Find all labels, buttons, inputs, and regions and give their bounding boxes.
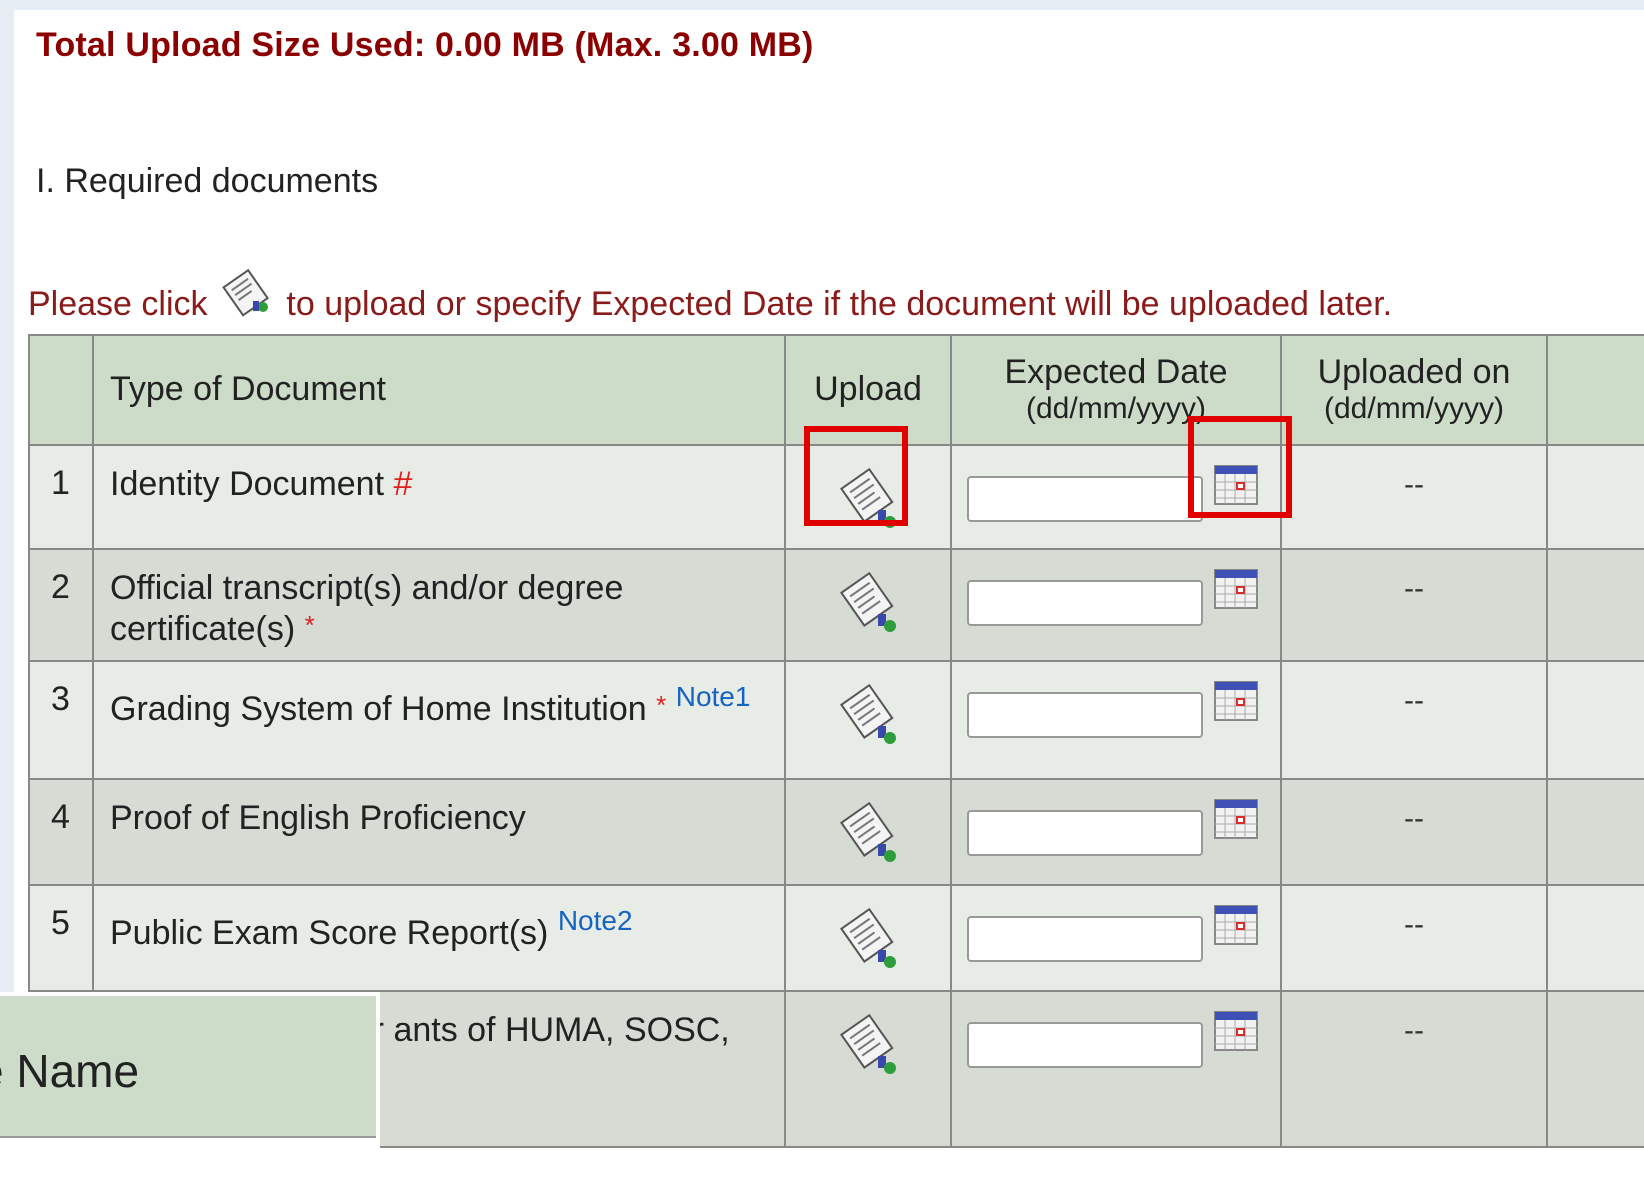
row-number: 4 <box>28 778 94 886</box>
upload-document-icon <box>217 265 277 321</box>
uploaded-on-value: -- <box>1404 572 1424 605</box>
uploaded-on-cell: -- <box>1280 990 1548 1148</box>
calendar-icon[interactable] <box>1213 904 1259 946</box>
expected-date-input[interactable] <box>967 916 1203 962</box>
expected-date-group <box>953 464 1279 522</box>
expected-date-group <box>953 798 1279 856</box>
upload-instruction: Please click to upload or specify Expect… <box>28 265 1392 324</box>
expected-date-group <box>953 1010 1279 1068</box>
extra-cell <box>1546 660 1644 780</box>
upload-document-icon[interactable] <box>832 1010 904 1080</box>
upload-document-icon[interactable] <box>832 680 904 750</box>
expected-date-group <box>953 904 1279 962</box>
upload-cell <box>784 444 952 550</box>
uploaded-on-cell: -- <box>1280 548 1548 662</box>
row-number: 5 <box>28 884 94 992</box>
expected-date-group <box>953 680 1279 738</box>
extra-cell <box>1546 548 1644 662</box>
upload-cell <box>784 660 952 780</box>
required-mark: * <box>656 690 667 720</box>
document-type: Official transcript(s) and/or degree cer… <box>92 548 786 662</box>
upload-cell <box>784 990 952 1148</box>
header-extra <box>1546 334 1644 446</box>
uploaded-on-cell: -- <box>1280 778 1548 886</box>
document-type: Identity Document # <box>92 444 786 550</box>
header-upload: Upload <box>784 334 952 446</box>
table-row: 2 Official transcript(s) and/or degree ce… <box>28 548 1644 662</box>
header-type: Type of Document <box>92 334 786 446</box>
expected-date-input[interactable] <box>967 810 1203 856</box>
expected-date-group <box>953 568 1279 626</box>
uploaded-on-value: -- <box>1404 908 1424 941</box>
total-upload-size: Total Upload Size Used: 0.00 MB (Max. 3.… <box>36 26 814 64</box>
expected-date-cell <box>950 990 1282 1148</box>
header-expected-date: Expected Date (dd/mm/yyyy) <box>950 334 1282 446</box>
header-expected-label: Expected Date <box>1004 353 1228 392</box>
row-number: 3 <box>28 660 94 780</box>
expected-date-cell <box>950 884 1282 992</box>
table-row: 4 Proof of English Proficiency -- <box>28 778 1644 886</box>
expected-date-cell <box>950 778 1282 886</box>
document-type: Grading System of Home Institution * Not… <box>92 660 786 780</box>
section-title: I. Required documents <box>36 162 379 200</box>
table-row: 5 Public Exam Score Report(s) Note2 -- <box>28 884 1644 992</box>
header-uploaded-format: (dd/mm/yyyy) <box>1324 392 1504 426</box>
header-num <box>28 334 94 446</box>
document-type: Public Exam Score Report(s) Note2 <box>92 884 786 992</box>
uploaded-on-cell: -- <box>1280 444 1548 550</box>
upload-document-icon[interactable] <box>832 464 904 534</box>
uploaded-on-cell: -- <box>1280 660 1548 780</box>
uploaded-on-value: -- <box>1404 468 1424 501</box>
extra-cell <box>1546 990 1644 1148</box>
instruction-after: to upload or specify Expected Date if th… <box>286 285 1393 323</box>
table-row: 3 Grading System of Home Institution * No… <box>28 660 1644 780</box>
document-type-label: Public Exam Score Report(s) <box>110 914 549 952</box>
document-type: Proof of English Proficiency <box>92 778 786 886</box>
document-type-label: Official transcript(s) and/or degree cer… <box>110 569 624 648</box>
document-type-label: Grading System of Home Institution <box>110 690 647 728</box>
file-name-field[interactable] <box>0 1136 376 1186</box>
note-link[interactable]: Note2 <box>558 905 633 936</box>
table-row: 1 Identity Document # -- <box>28 444 1644 550</box>
uploaded-on-value: -- <box>1404 684 1424 717</box>
instruction-before: Please click <box>28 285 208 323</box>
upload-cell <box>784 884 952 992</box>
expected-date-input[interactable] <box>967 1022 1203 1068</box>
upload-document-icon[interactable] <box>832 904 904 974</box>
table-header-row: Type of Document Upload Expected Date (d… <box>28 334 1644 446</box>
extra-cell <box>1546 444 1644 550</box>
document-type-label: Identity Document <box>110 465 385 503</box>
extra-cell <box>1546 778 1644 886</box>
upload-document-icon[interactable] <box>832 798 904 868</box>
extra-cell <box>1546 884 1644 992</box>
file-name-panel: e Name <box>0 992 380 1190</box>
expected-date-input[interactable] <box>967 580 1203 626</box>
required-mark: * <box>304 609 315 640</box>
uploaded-on-value: -- <box>1404 1014 1424 1047</box>
calendar-icon[interactable] <box>1213 798 1259 840</box>
uploaded-on-cell: -- <box>1280 884 1548 992</box>
expected-date-cell <box>950 444 1282 550</box>
document-type-label: Proof of English Proficiency <box>110 799 526 837</box>
header-uploaded-label: Uploaded on <box>1317 353 1511 392</box>
upload-cell <box>784 548 952 662</box>
uploaded-on-value: -- <box>1404 802 1424 835</box>
header-uploaded-on: Uploaded on (dd/mm/yyyy) <box>1280 334 1548 446</box>
note-link[interactable]: Note1 <box>676 681 751 712</box>
row-number: 1 <box>28 444 94 550</box>
expected-date-cell <box>950 660 1282 780</box>
upload-document-icon[interactable] <box>832 568 904 638</box>
header-expected-format: (dd/mm/yyyy) <box>1026 392 1206 426</box>
calendar-icon[interactable] <box>1213 464 1259 506</box>
calendar-icon[interactable] <box>1213 568 1259 610</box>
required-mark: # <box>393 465 413 503</box>
upload-cell <box>784 778 952 886</box>
expected-date-input[interactable] <box>967 476 1203 522</box>
row-number: 2 <box>28 548 94 662</box>
expected-date-cell <box>950 548 1282 662</box>
file-name-label: e Name <box>0 1045 140 1097</box>
expected-date-input[interactable] <box>967 692 1203 738</box>
calendar-icon[interactable] <box>1213 680 1259 722</box>
calendar-icon[interactable] <box>1213 1010 1259 1052</box>
